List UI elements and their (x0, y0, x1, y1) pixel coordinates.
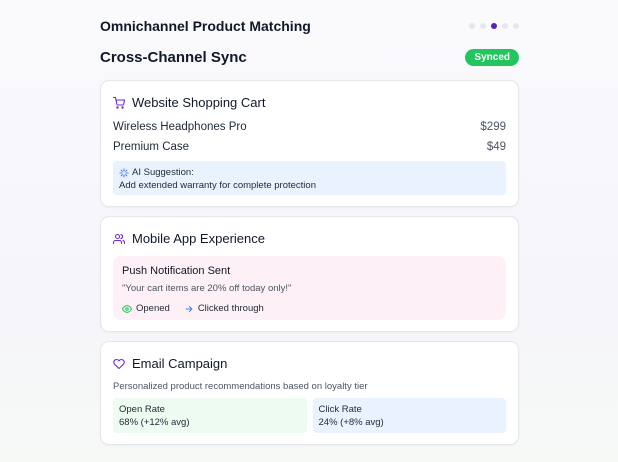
metric-value: 24% (+8% avg) (318, 417, 384, 428)
card-header: Email Campaign (113, 356, 227, 371)
card-header: Mobile App Experience (113, 231, 265, 246)
metric-open-rate: Open Rate 68% (+12% avg) (113, 398, 307, 433)
page-title: Cross-Channel Sync (100, 48, 247, 66)
users-icon (113, 233, 125, 245)
ai-suggestion: AI Suggestion: Add extended warranty for… (113, 161, 506, 195)
card-header: Website Shopping Cart (113, 95, 265, 110)
push-message: "Your cart items are 20% off today only!… (122, 283, 292, 294)
push-title: Push Notification Sent (122, 265, 231, 277)
eye-icon (122, 304, 132, 314)
push-notification: Push Notification Sent "Your cart items … (113, 256, 506, 320)
pager-dot[interactable] (502, 23, 508, 29)
metric-click-rate: Click Rate 24% (+8% avg) (312, 398, 506, 433)
metric-label: Click Rate (318, 404, 362, 415)
website-cart-card: Website Shopping Cart Wireless Headphone… (100, 80, 519, 207)
sparkles-icon (119, 167, 129, 178)
stat-clicked-label: Clicked through (197, 303, 264, 314)
cart-item: Premium Case $49 (113, 141, 506, 153)
pager-dots (469, 23, 519, 29)
card-title: Mobile App Experience (132, 231, 265, 246)
cart-item-name: Premium Case (113, 141, 190, 153)
email-campaign-card: Email Campaign Personalized product reco… (100, 341, 519, 445)
pager-dot-active[interactable] (491, 23, 497, 29)
top-bar: Omnichannel Product Matching (100, 0, 519, 52)
section-header: Cross-Channel Sync Synced (100, 48, 519, 66)
cart-item: Wireless Headphones Pro $299 (113, 121, 506, 133)
cart-item-price: $299 (480, 121, 506, 133)
heart-icon (113, 358, 125, 370)
metric-label: Open Rate (119, 404, 165, 415)
push-stats: Opened Clicked through (122, 303, 497, 314)
metric-value: 68% (+12% avg) (119, 417, 190, 428)
stat-clicked: Clicked through (184, 303, 264, 314)
arrow-right-icon (184, 304, 194, 314)
main-panel: Omnichannel Product Matching Cross-Chann… (100, 0, 519, 445)
pager-dot[interactable] (469, 23, 475, 29)
stat-opened: Opened (122, 303, 170, 314)
ai-suggestion-title: AI Suggestion: (132, 167, 194, 178)
app-title: Omnichannel Product Matching (100, 18, 311, 34)
ai-suggestion-title-row: AI Suggestion: (119, 167, 500, 178)
status-badge: Synced (465, 48, 519, 66)
ai-suggestion-text: Add extended warranty for complete prote… (119, 180, 316, 191)
mobile-app-card: Mobile App Experience Push Notification … (100, 216, 519, 332)
cart-item-price: $49 (486, 141, 506, 153)
card-title: Website Shopping Cart (132, 95, 266, 110)
email-description: Personalized product recommendations bas… (113, 381, 368, 392)
cart-item-name: Wireless Headphones Pro (113, 121, 247, 133)
stat-opened-label: Opened (136, 303, 170, 314)
pager-dot[interactable] (513, 23, 519, 29)
card-title: Email Campaign (132, 356, 228, 371)
pager-dot[interactable] (480, 23, 486, 29)
email-metrics: Open Rate 68% (+12% avg) Click Rate 24% … (113, 398, 506, 433)
shopping-cart-icon (113, 96, 125, 109)
